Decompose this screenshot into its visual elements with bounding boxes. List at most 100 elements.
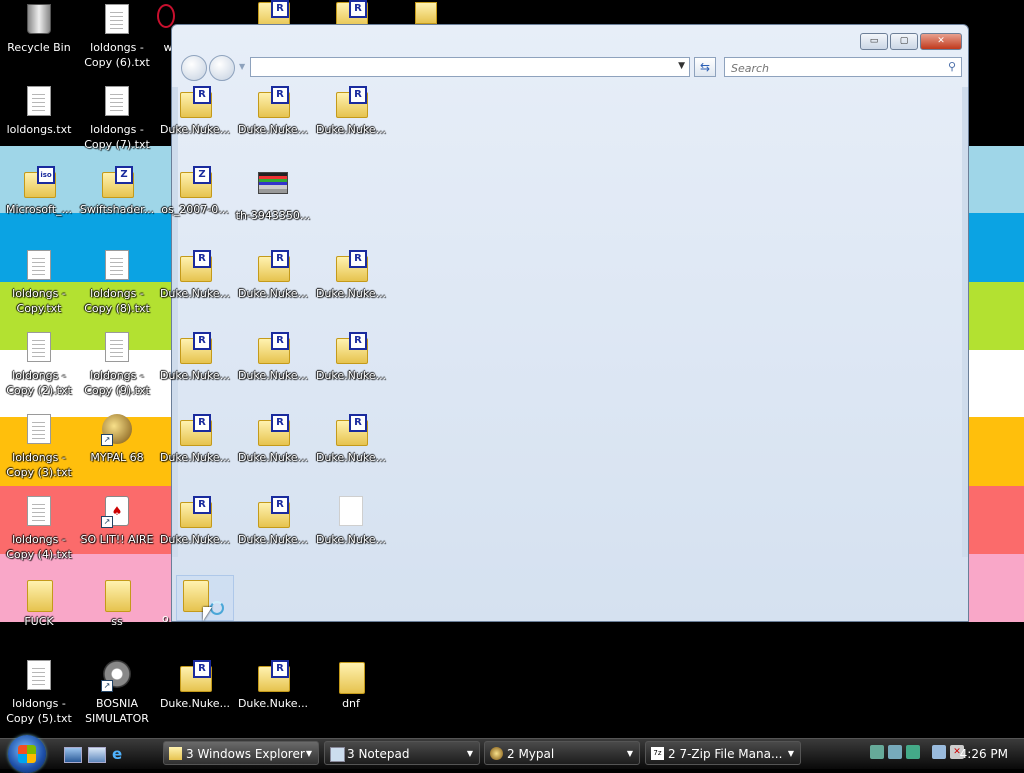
desktop-icon-folder[interactable]: FUCK (1, 578, 77, 629)
task-label: 3 Notepad (347, 747, 410, 761)
explorer-item[interactable]: R Duke.Nuke... (157, 250, 233, 301)
desktop-icon-file[interactable]: loldongs - Copy (7).txt (79, 86, 155, 152)
windows-logo-icon (18, 745, 36, 763)
item-label: Duke.Nuke... (315, 123, 387, 136)
explorer-item[interactable]: R Duke.Nuke... (157, 496, 233, 547)
desktop-icon-file[interactable]: loldongs - Copy (2).txt (1, 332, 77, 398)
item-label: os_2007-0... (161, 203, 229, 216)
task-label: 2 7-Zip File Mana... (668, 747, 783, 761)
desktop-icon-file[interactable]: loldongs - Copy (9).txt (79, 332, 155, 398)
close-button[interactable]: ✕ (920, 33, 962, 50)
desktop-icon-file[interactable]: loldongs - Copy (5).txt (1, 660, 77, 726)
busy-spinner-icon (210, 601, 224, 615)
text-file-icon (27, 332, 51, 362)
icon-label: Duke.Nuke... (237, 697, 309, 710)
desktop-icon-iso[interactable]: iso Microsoft_... (1, 166, 77, 217)
search-input[interactable] (729, 59, 933, 77)
shield-icon[interactable] (906, 745, 920, 759)
search-icon[interactable]: ⚲ (948, 60, 956, 73)
explorer-item[interactable]: R Duke.Nuke... (313, 86, 389, 137)
item-label: Duke.Nuke... (159, 451, 231, 464)
desktop-icon-file[interactable]: loldongs - Copy (4).txt (1, 496, 77, 562)
forward-button[interactable] (209, 55, 235, 81)
recycle-bin-icon (27, 4, 51, 34)
desktop-icon-archive[interactable]: R Duke.Nuke... (235, 660, 311, 711)
icon-label: SO LIT!! AIRE (80, 533, 154, 546)
task-windows-explorer[interactable]: 3 Windows Explorer ▼ (163, 741, 319, 765)
item-label: Duke.Nuke... (159, 533, 231, 546)
explorer-item[interactable]: R Duke.Nuke... (235, 414, 311, 465)
desktop-icon-folder[interactable]: dnf (313, 660, 389, 711)
task-mypal[interactable]: 2 Mypal ▼ (484, 741, 640, 765)
taskbar: e 3 Windows Explorer ▼ 3 Notepad ▼ 2 Myp… (0, 735, 1024, 773)
back-button[interactable] (181, 55, 207, 81)
explorer-item[interactable]: R Duke.Nuke... (235, 250, 311, 301)
folder-icon (27, 580, 53, 612)
explorer-item[interactable]: R Duke.Nuke... (235, 86, 311, 137)
icon-label: dnf (342, 697, 360, 710)
icon-label: BOSNIA SIMULATOR (85, 697, 149, 725)
desktop-icon-shortcut[interactable]: ↗ MYPAL 68 (79, 414, 155, 465)
icon-label: loldongs - Copy (4).txt (6, 533, 72, 561)
explorer-item[interactable]: R Duke.Nuke... (157, 86, 233, 137)
text-file-icon (105, 86, 129, 116)
desktop-icon-file[interactable]: loldongs - Copy.txt (1, 250, 77, 316)
network-icon[interactable] (932, 745, 946, 759)
explorer-item[interactable]: R Duke.Nuke... (157, 414, 233, 465)
address-dropdown-icon[interactable]: ▼ (678, 61, 685, 71)
show-desktop-icon[interactable] (64, 747, 82, 763)
clock[interactable]: 4:26 PM (960, 739, 1008, 769)
refresh-button[interactable]: ⇆ (694, 57, 716, 77)
desktop-icon-file[interactable]: loldongs.txt (1, 86, 77, 137)
item-label: Duke.Nuke... (159, 123, 231, 136)
explorer-item[interactable]: R Duke.Nuke... (235, 496, 311, 547)
minimize-button[interactable]: ▭ (860, 33, 888, 50)
network-share-icon[interactable] (888, 745, 902, 759)
navigation-buttons: ▼ (181, 55, 245, 81)
desktop-icon-file[interactable]: loldongs - Copy (8).txt (79, 250, 155, 316)
users-icon[interactable] (870, 745, 884, 759)
task-7zip[interactable]: 7z 2 7-Zip File Mana... ▼ (645, 741, 801, 765)
desktop-icon-shortcut[interactable]: ↗ BOSNIA SIMULATOR (79, 660, 155, 726)
internet-explorer-icon[interactable]: e (112, 747, 128, 762)
icon-label: loldongs.txt (6, 123, 72, 136)
recent-pages-dropdown[interactable]: ▼ (239, 55, 245, 81)
item-label: Duke.Nuke... (237, 287, 309, 300)
shortcut-arrow-icon: ↗ (101, 516, 113, 528)
text-file-icon (27, 86, 51, 116)
desktop-icon-file[interactable]: loldongs - Copy (3).txt (1, 414, 77, 480)
desktop-icon-archive[interactable]: R Duke.Nuke... (157, 660, 233, 711)
desktop-icon-archive[interactable]: Z Swiftshader... (79, 166, 155, 217)
address-bar[interactable]: ▼ (250, 57, 690, 77)
icon-label: Duke.Nuke... (159, 697, 231, 710)
explorer-content[interactable] (177, 86, 962, 556)
mouse-cursor-icon (203, 607, 212, 621)
maximize-button[interactable]: ▢ (890, 33, 918, 50)
icon-label: FUCK (24, 615, 54, 628)
desktop-icon-recycle-bin[interactable]: Recycle Bin (1, 4, 77, 55)
explorer-item[interactable]: R Duke.Nuke... (313, 332, 389, 383)
desktop-icon-shortcut[interactable]: ♠ ↗ SO LIT!! AIRE (79, 496, 155, 547)
explorer-item[interactable]: R Duke.Nuke... (235, 332, 311, 383)
text-file-icon (27, 660, 51, 690)
start-button[interactable] (8, 735, 46, 773)
window-controls: ▭ ▢ ✕ (860, 33, 962, 50)
7zip-icon: 7z (651, 747, 664, 760)
search-box[interactable]: ⚲ (724, 57, 962, 77)
icon-label: Microsoft_... (5, 203, 73, 216)
switch-windows-icon[interactable] (88, 747, 106, 763)
icon-label: loldongs - Copy (7).txt (84, 123, 150, 151)
explorer-item[interactable]: R Duke.Nuke... (313, 250, 389, 301)
window-right-border (962, 87, 968, 557)
explorer-item[interactable]: R Duke.Nuke... (157, 332, 233, 383)
image-thumbnail-icon (258, 172, 288, 194)
explorer-item[interactable]: Duke.Nuke... (313, 496, 389, 547)
desktop-icon-file[interactable]: loldongs - Copy (6).txt (79, 4, 155, 70)
task-notepad[interactable]: 3 Notepad ▼ (324, 741, 480, 765)
explorer-item[interactable]: R Duke.Nuke... (313, 414, 389, 465)
text-file-icon (27, 250, 51, 280)
desktop-icon-folder[interactable]: ss (79, 578, 155, 629)
explorer-item[interactable]: th-3943350... (235, 166, 311, 223)
item-label: Duke.Nuke... (159, 369, 231, 382)
explorer-item[interactable]: Z os_2007-0... (157, 166, 233, 217)
